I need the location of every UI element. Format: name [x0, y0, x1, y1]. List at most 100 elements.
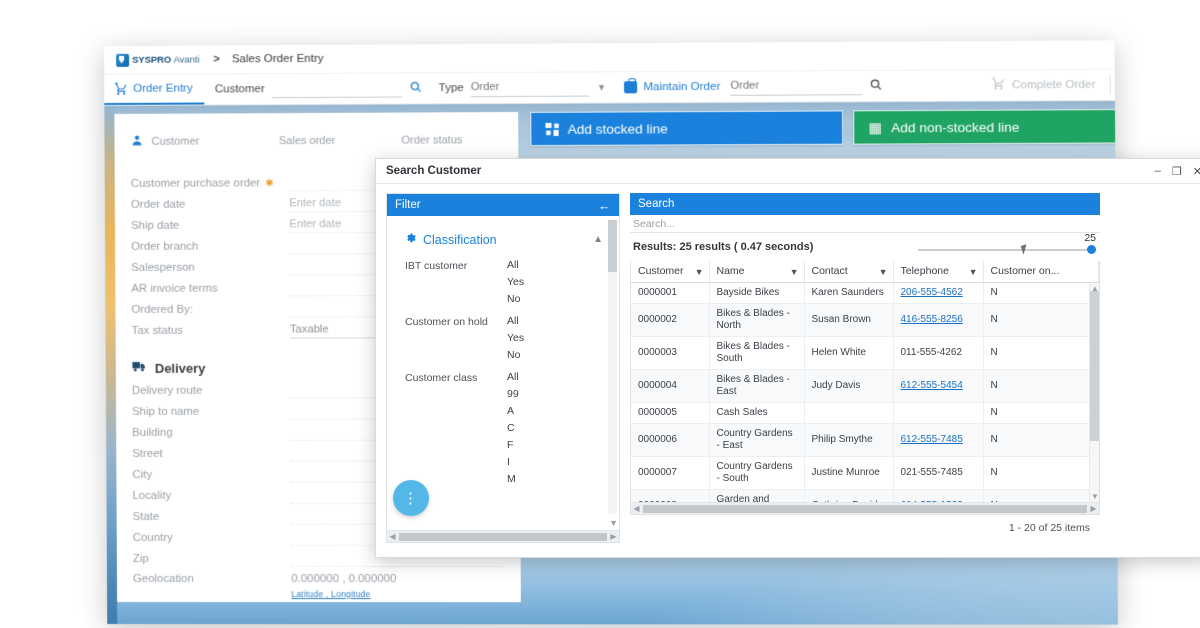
- checkbox-option[interactable]: Yes: [489, 276, 524, 288]
- cell-telephone[interactable]: 416-555-8256: [893, 303, 984, 337]
- results-limit-slider[interactable]: 25: [918, 232, 1096, 259]
- cell-telephone[interactable]: 612-555-7485: [893, 423, 984, 457]
- checkbox-option[interactable]: A: [489, 405, 519, 417]
- checkbox-option[interactable]: No: [489, 293, 524, 305]
- checkbox-icon[interactable]: [489, 349, 500, 361]
- filter-icon[interactable]: ▼: [879, 267, 888, 277]
- checkbox-option[interactable]: All: [489, 259, 524, 271]
- results-vertical-scrollbar[interactable]: ▲ ▼: [1089, 283, 1099, 502]
- table-row[interactable]: 0000002 Bikes & Blades - North Susan Bro…: [631, 303, 1099, 337]
- scrollbar-thumb[interactable]: [608, 220, 617, 272]
- checkbox-icon[interactable]: [489, 315, 500, 327]
- scrollbar-thumb[interactable]: [399, 532, 607, 541]
- chevron-down-icon[interactable]: ▼: [597, 82, 606, 92]
- checkbox-label: A: [507, 405, 515, 417]
- type-select-input[interactable]: [470, 78, 590, 97]
- table-row[interactable]: 0000008 Garden and Sports Cathrine David…: [631, 489, 1099, 502]
- column-header-name[interactable]: Name ▼: [709, 261, 805, 283]
- add-non-stocked-line-label: Add non-stocked line: [891, 119, 1020, 135]
- slider-track[interactable]: [918, 249, 1090, 251]
- checkbox-option[interactable]: F: [489, 439, 519, 451]
- maximize-icon[interactable]: ❐: [1172, 165, 1182, 178]
- checkbox-icon[interactable]: [489, 332, 500, 344]
- results-search-row[interactable]: Search...: [630, 215, 1100, 233]
- telephone-link[interactable]: 612-555-7485: [901, 434, 963, 445]
- checkbox-option[interactable]: 99: [489, 388, 519, 400]
- complete-order-group[interactable]: Complete Order: [991, 70, 1114, 101]
- column-header-telephone[interactable]: Telephone ▼: [893, 261, 984, 283]
- more-options-fab[interactable]: ⋮: [393, 480, 429, 516]
- table-row[interactable]: 0000001 Bayside Bikes Karen Saunders 206…: [631, 283, 1099, 304]
- checkbox-icon[interactable]: [489, 456, 500, 468]
- filter-vertical-scrollbar[interactable]: [608, 220, 617, 514]
- order-search-input[interactable]: [730, 77, 863, 96]
- arrow-left-icon[interactable]: ←: [598, 198, 611, 213]
- checkbox-icon[interactable]: [489, 276, 500, 288]
- minimize-icon[interactable]: –: [1155, 165, 1161, 177]
- field-label-ordered-by: Ordered By:: [131, 303, 193, 316]
- close-icon[interactable]: ✕: [1193, 165, 1200, 178]
- add-stocked-line-button[interactable]: Add stocked line: [530, 110, 844, 147]
- checkbox-icon[interactable]: [489, 490, 500, 501]
- checkbox-option[interactable]: All: [489, 371, 519, 383]
- checkbox-option[interactable]: [489, 490, 519, 501]
- results-horizontal-scrollbar[interactable]: ◀ ▶: [631, 502, 1099, 514]
- filter-icon[interactable]: ▼: [969, 267, 978, 277]
- table-row[interactable]: 0000003 Bikes & Blades - South Helen Whi…: [631, 336, 1099, 370]
- chevron-up-icon[interactable]: ▲: [593, 234, 603, 245]
- field-label-locality: Locality: [132, 489, 172, 502]
- table-row[interactable]: 0000005 Cash Sales N: [631, 402, 1099, 424]
- checkbox-label: All: [507, 371, 519, 383]
- telephone-link[interactable]: 206-555-4562: [901, 287, 963, 298]
- scrollbar-thumb[interactable]: [643, 504, 1087, 513]
- cell-telephone[interactable]: 612-555-5454: [893, 369, 984, 403]
- tab-order-entry[interactable]: Order Entry: [104, 74, 205, 105]
- maintain-order-group[interactable]: Maintain Order: [612, 72, 720, 103]
- checkbox-option[interactable]: All: [489, 315, 524, 327]
- field-label-ship-date: Ship date: [130, 219, 180, 232]
- column-header-customer[interactable]: Customer ▼: [631, 261, 710, 283]
- table-row[interactable]: 0000004 Bikes & Blades - East Judy Davis…: [631, 369, 1099, 403]
- checkbox-icon[interactable]: [489, 439, 500, 451]
- checkbox-option[interactable]: I: [489, 456, 519, 468]
- cell-telephone[interactable]: 604-555-1523: [893, 489, 984, 502]
- slider-knob[interactable]: [1087, 245, 1096, 254]
- column-header-contact[interactable]: Contact ▼: [804, 261, 894, 283]
- checkbox-icon[interactable]: [489, 473, 500, 485]
- telephone-link[interactable]: 612-555-5454: [901, 380, 963, 391]
- filter-panel: Filter ← Classification ▲ IBT customer A…: [386, 193, 620, 543]
- scroll-down-arrow-icon[interactable]: ▼: [1091, 492, 1099, 501]
- add-non-stocked-line-button[interactable]: ▦ Add non-stocked line: [853, 108, 1118, 145]
- telephone-link[interactable]: 416-555-8256: [901, 314, 963, 325]
- scroll-right-arrow-icon[interactable]: ▶: [608, 532, 619, 541]
- type-field-label: Type: [438, 82, 464, 95]
- checkbox-icon[interactable]: [489, 259, 500, 271]
- scroll-down-arrow-icon[interactable]: ▼: [609, 518, 618, 528]
- checkbox-icon[interactable]: [489, 371, 500, 383]
- checkbox-icon[interactable]: [489, 405, 500, 417]
- scrollbar-thumb[interactable]: [1090, 291, 1099, 441]
- table-row[interactable]: 0000007 Country Gardens - South Justine …: [631, 456, 1099, 490]
- checkbox-icon[interactable]: [489, 388, 500, 400]
- telephone-link[interactable]: 604-555-1523: [901, 500, 963, 502]
- scroll-left-arrow-icon[interactable]: ◀: [631, 504, 642, 513]
- filter-icon[interactable]: ▼: [790, 267, 799, 277]
- search-icon[interactable]: [409, 80, 422, 96]
- table-row[interactable]: 0000006 Country Gardens - East Philip Sm…: [631, 423, 1099, 457]
- scroll-right-arrow-icon[interactable]: ▶: [1088, 504, 1099, 513]
- cell-telephone[interactable]: 206-555-4562: [893, 283, 984, 304]
- filter-icon[interactable]: ▼: [695, 267, 704, 277]
- checkbox-icon[interactable]: [489, 422, 500, 434]
- checkbox-option[interactable]: M: [489, 473, 519, 485]
- checkbox-icon[interactable]: [489, 293, 500, 305]
- customer-search-input[interactable]: [271, 79, 403, 98]
- checkbox-option[interactable]: No: [489, 349, 524, 361]
- classification-section-header[interactable]: Classification ▲: [405, 232, 619, 247]
- checkbox-option[interactable]: Yes: [489, 332, 524, 344]
- checkbox-option[interactable]: C: [489, 422, 519, 434]
- delivery-section-label: Delivery: [154, 360, 206, 376]
- order-search-icon[interactable]: [869, 78, 882, 94]
- scroll-left-arrow-icon[interactable]: ◀: [387, 532, 398, 541]
- filter-horizontal-scrollbar[interactable]: ◀ ▶: [387, 530, 619, 542]
- column-header-customer-on-hold[interactable]: Customer on...: [983, 261, 1099, 283]
